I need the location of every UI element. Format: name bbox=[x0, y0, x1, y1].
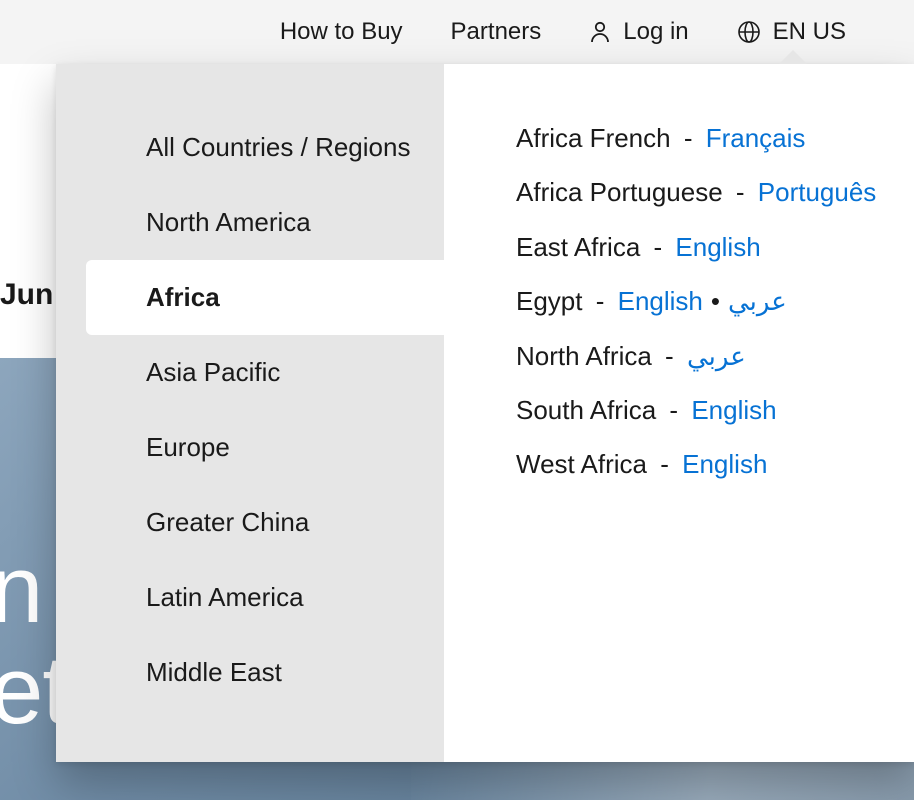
region-item[interactable]: Greater China bbox=[86, 485, 444, 560]
dash-separator: - bbox=[653, 449, 676, 479]
nav-locale[interactable]: EN US bbox=[737, 18, 846, 46]
language-row: East Africa - English bbox=[516, 229, 914, 265]
language-row: Africa French - Français bbox=[516, 120, 914, 156]
language-region-label: West Africa bbox=[516, 449, 647, 479]
nav-how-to-buy-label: How to Buy bbox=[280, 18, 403, 46]
language-link[interactable]: English bbox=[675, 232, 760, 262]
language-row: West Africa - English bbox=[516, 446, 914, 482]
globe-icon bbox=[737, 20, 761, 44]
language-link[interactable]: English bbox=[682, 449, 767, 479]
locale-dropdown: All Countries / RegionsNorth AmericaAfri… bbox=[56, 64, 914, 762]
language-region-label: Africa French bbox=[516, 123, 671, 153]
region-item[interactable]: Middle East bbox=[86, 635, 444, 710]
dash-separator: - bbox=[729, 177, 752, 207]
dash-separator: - bbox=[662, 395, 685, 425]
page-title-truncated: Jun bbox=[0, 278, 53, 312]
language-link[interactable]: English bbox=[691, 395, 776, 425]
language-row: Egypt - English • عربي bbox=[516, 283, 914, 319]
region-item[interactable]: Europe bbox=[86, 410, 444, 485]
language-row: Africa Portuguese - Português bbox=[516, 174, 914, 210]
language-link[interactable]: عربي bbox=[728, 286, 787, 316]
language-link[interactable]: عربي bbox=[687, 341, 746, 371]
language-link[interactable]: Français bbox=[706, 123, 806, 153]
language-link[interactable]: Português bbox=[758, 177, 877, 207]
language-row: South Africa - English bbox=[516, 392, 914, 428]
nav-partners-label: Partners bbox=[451, 18, 542, 46]
nav-login[interactable]: Log in bbox=[589, 18, 688, 46]
region-item[interactable]: Latin America bbox=[86, 560, 444, 635]
region-item[interactable]: All Countries / Regions bbox=[86, 110, 444, 185]
nav-partners[interactable]: Partners bbox=[451, 18, 542, 46]
region-item[interactable]: Asia Pacific bbox=[86, 335, 444, 410]
nav-locale-label: EN US bbox=[773, 18, 846, 46]
region-item[interactable]: North America bbox=[86, 185, 444, 260]
topbar: How to Buy Partners Log in EN US bbox=[0, 0, 914, 64]
dot-separator: • bbox=[711, 286, 720, 316]
region-list: All Countries / RegionsNorth AmericaAfri… bbox=[56, 64, 444, 762]
language-region-label: Africa Portuguese bbox=[516, 177, 723, 207]
user-icon bbox=[589, 20, 611, 44]
nav-how-to-buy[interactable]: How to Buy bbox=[280, 18, 403, 46]
language-row: North Africa - عربي bbox=[516, 338, 914, 374]
language-region-label: Egypt bbox=[516, 286, 583, 316]
language-region-label: North Africa bbox=[516, 341, 652, 371]
language-list: Africa French - Français Africa Portugues… bbox=[444, 64, 914, 762]
dash-separator: - bbox=[658, 341, 681, 371]
dash-separator: - bbox=[677, 123, 700, 153]
dash-separator: - bbox=[646, 232, 669, 262]
region-item[interactable]: Africa bbox=[86, 260, 444, 335]
dash-separator: - bbox=[589, 286, 612, 316]
language-link[interactable]: English bbox=[618, 286, 703, 316]
language-region-label: South Africa bbox=[516, 395, 656, 425]
nav-login-label: Log in bbox=[623, 18, 688, 46]
language-region-label: East Africa bbox=[516, 232, 640, 262]
